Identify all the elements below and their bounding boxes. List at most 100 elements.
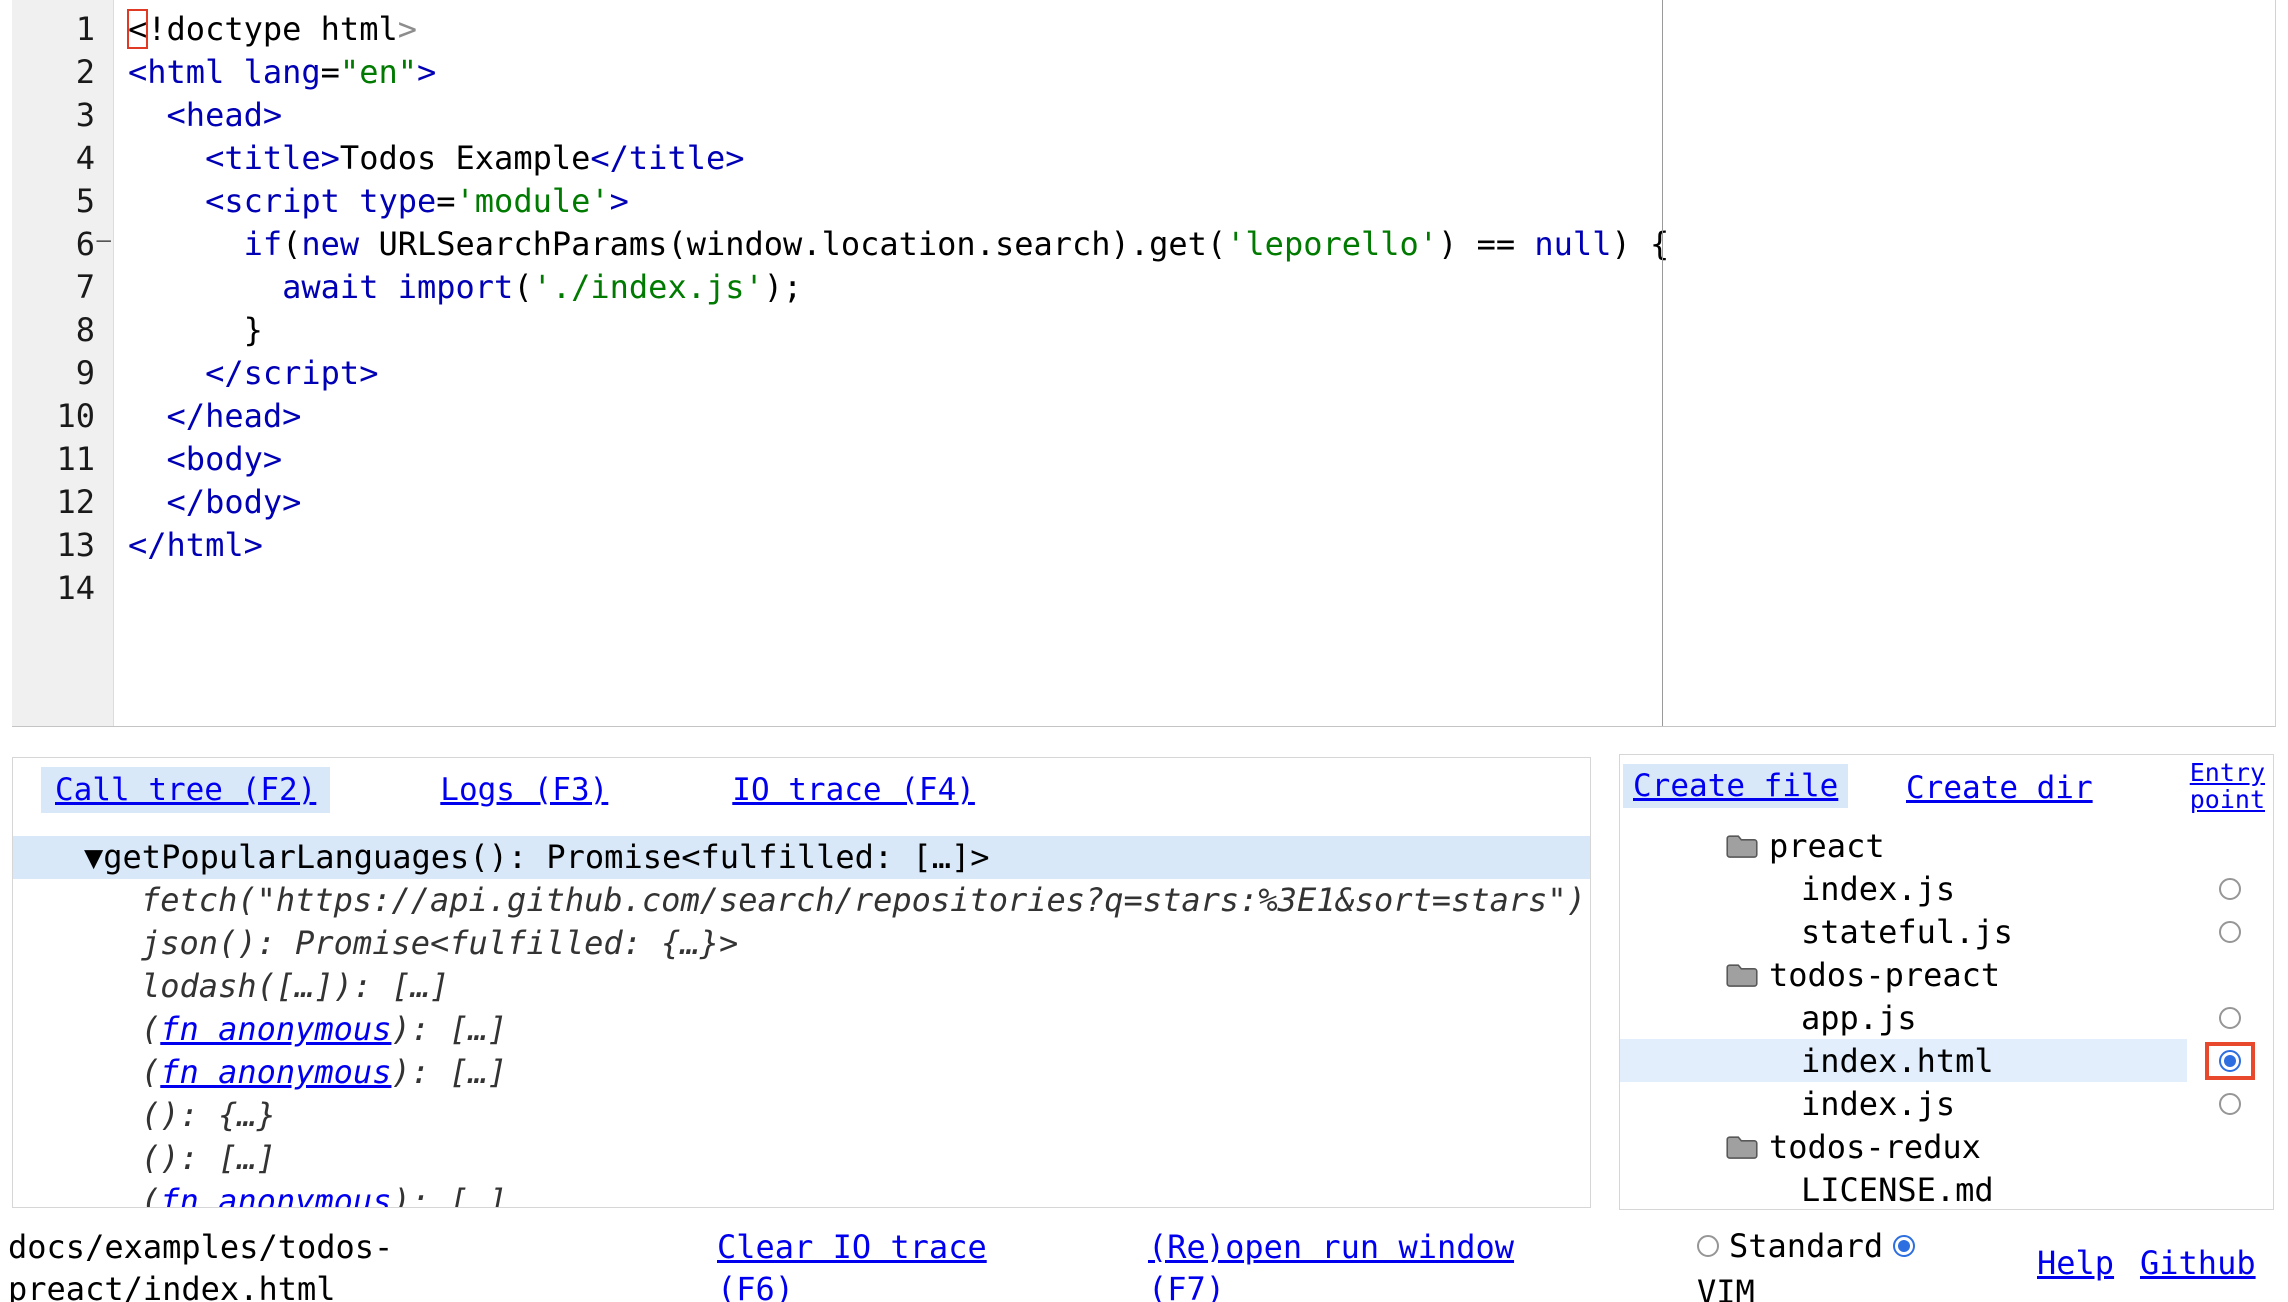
code-editor[interactable]: 123456‒7891011121314 <!doctype html><htm… (12, 0, 2276, 727)
line-number: 5 (12, 180, 113, 223)
tree-item-label[interactable]: LICENSE.md (1620, 1168, 2187, 1210)
line-number: 2 (12, 51, 113, 94)
call-tree-row[interactable]: (fn anonymous): […] (13, 1180, 1590, 1208)
entry-point-radio[interactable] (2219, 1093, 2241, 1115)
entry-point-cell (2187, 1082, 2273, 1125)
fn-anonymous-link[interactable]: fn anonymous (160, 1053, 391, 1091)
help-link[interactable]: Help (2037, 1244, 2114, 1282)
tree-file-license.md[interactable]: LICENSE.md (1620, 1168, 2273, 1210)
tree-item-label[interactable]: todos-redux (1620, 1125, 2187, 1168)
code-line: </body> (128, 481, 2275, 524)
entry-point-highlight-box (2205, 1042, 2255, 1080)
line-number: 4 (12, 137, 113, 180)
tree-item-label[interactable]: preact (1620, 824, 2187, 867)
code-line: <html lang="en"> (128, 51, 2275, 94)
clear-io-trace-button[interactable]: Clear IO trace (F6) (717, 1226, 1025, 1302)
entry-point-cell (2187, 824, 2273, 867)
leporello-app: 123456‒7891011121314 <!doctype html><htm… (0, 0, 2288, 1302)
tree-dir-preact[interactable]: preact (1620, 824, 2273, 867)
create-dir-button[interactable]: Create dir (1906, 769, 2093, 807)
file-name: todos-preact (1769, 956, 2000, 994)
entry-point-cell (2187, 1168, 2273, 1210)
line-number: 8 (12, 309, 113, 352)
tab-logs-f3[interactable]: Logs (F3) (426, 767, 622, 813)
call-tree-row[interactable]: (fn anonymous): […] (13, 1008, 1590, 1051)
line-number: 6‒ (12, 223, 113, 266)
line-number-gutter: 123456‒7891011121314 (12, 0, 114, 726)
file-name: index.html (1801, 1042, 1994, 1080)
fold-marker-icon[interactable]: ‒ (97, 219, 111, 262)
folder-icon (1726, 962, 1758, 988)
entry-point-radio[interactable] (2219, 1050, 2241, 1072)
print-margin-ruler (1662, 0, 1663, 726)
tree-dir-todos-preact[interactable]: todos-preact (1620, 953, 2273, 996)
tree-file-app.js[interactable]: app.js (1620, 996, 2273, 1039)
tab-io-trace-f4[interactable]: IO trace (F4) (718, 767, 989, 813)
code-line: if(new URLSearchParams(window.location.s… (128, 223, 2275, 266)
status-bar: docs/examples/todos-preact/index.html Cl… (0, 1212, 2288, 1302)
tree-item-label[interactable]: todos-preact (1620, 953, 2187, 996)
call-tree-row[interactable]: ▼getPopularLanguages(): Promise<fulfille… (13, 836, 1590, 879)
code-line: </html> (128, 524, 2275, 567)
vim-keybinding-radio[interactable] (1893, 1235, 1915, 1257)
file-name: todos-redux (1769, 1128, 1981, 1166)
entry-point-radio[interactable] (2219, 1007, 2241, 1029)
keybinding-options: Standard VIM (1697, 1228, 1955, 1302)
entry-point-cell (2187, 1039, 2273, 1082)
file-tree: preactindex.jsstateful.jstodos-preactapp… (1620, 824, 2273, 1210)
tree-file-index.html[interactable]: index.html (1620, 1039, 2273, 1082)
call-tree-row[interactable]: json(): Promise<fulfilled: {…}> (13, 922, 1590, 965)
call-tree-row[interactable]: (): {…} (13, 1094, 1590, 1137)
fn-anonymous-link[interactable]: fn anonymous (160, 1182, 391, 1208)
file-name: LICENSE.md (1801, 1171, 1994, 1209)
file-name: stateful.js (1801, 913, 2013, 951)
tree-file-index.js[interactable]: index.js (1620, 867, 2273, 910)
tree-file-stateful.js[interactable]: stateful.js (1620, 910, 2273, 953)
call-tree-row[interactable]: fetch("https://api.github.com/search/rep… (13, 879, 1590, 922)
code-line: </head> (128, 395, 2275, 438)
entry-point-radio[interactable] (2219, 878, 2241, 900)
entry-point-radio[interactable] (2219, 921, 2241, 943)
tree-item-label[interactable]: index.js (1620, 867, 2187, 910)
code-line: <head> (128, 94, 2275, 137)
code-area[interactable]: <!doctype html><html lang="en"> <head> <… (114, 0, 2275, 726)
file-panel-header: Create file Create dir Entry point (1620, 755, 2273, 824)
tree-item-label[interactable]: stateful.js (1620, 910, 2187, 953)
tree-file-index.js[interactable]: index.js (1620, 1082, 2273, 1125)
line-number: 3 (12, 94, 113, 137)
code-line: </script> (128, 352, 2275, 395)
tree-dir-todos-redux[interactable]: todos-redux (1620, 1125, 2273, 1168)
entry-point-cell (2187, 1125, 2273, 1168)
code-line: await import('./index.js'); (128, 266, 2275, 309)
tab-call-tree-f2[interactable]: Call tree (F2) (41, 767, 330, 813)
create-file-button[interactable]: Create file (1623, 764, 1848, 808)
standard-keybinding-radio[interactable] (1697, 1235, 1719, 1257)
call-tree-row[interactable]: lodash([…]): […] (13, 965, 1590, 1008)
code-line: <!doctype html> (128, 8, 2275, 51)
file-name: app.js (1801, 999, 1917, 1037)
tree-item-label[interactable]: app.js (1620, 996, 2187, 1039)
tree-item-label[interactable]: index.js (1620, 1082, 2187, 1125)
folder-icon (1726, 833, 1758, 859)
call-tree-row[interactable]: (): […] (13, 1137, 1590, 1180)
panel-tabs: Call tree (F2) Logs (F3) IO trace (F4) (13, 758, 1590, 813)
call-tree-rows: ▼getPopularLanguages(): Promise<fulfille… (13, 836, 1590, 1208)
entry-point-cell (2187, 953, 2273, 996)
standard-keybinding-label: Standard (1729, 1228, 1883, 1264)
call-tree-panel: Call tree (F2) Logs (F3) IO trace (F4) ▼ge… (12, 757, 1591, 1208)
code-line: <title>Todos Example</title> (128, 137, 2275, 180)
entry-point-cell (2187, 996, 2273, 1039)
line-number: 14 (12, 567, 113, 610)
line-number: 10 (12, 395, 113, 438)
code-line: } (128, 309, 2275, 352)
entry-point-cell (2187, 867, 2273, 910)
vim-keybinding-label: VIM (1697, 1274, 1755, 1302)
fn-anonymous-link[interactable]: fn anonymous (160, 1010, 391, 1048)
file-name: index.js (1801, 1085, 1955, 1123)
github-link[interactable]: Github (2140, 1244, 2256, 1282)
tree-item-label[interactable]: index.html (1620, 1039, 2187, 1082)
line-number: 11 (12, 438, 113, 481)
reopen-run-window-button[interactable]: (Re)open run window (F7) (1148, 1226, 1533, 1302)
line-number: 1 (12, 8, 113, 51)
call-tree-row[interactable]: (fn anonymous): […] (13, 1051, 1590, 1094)
